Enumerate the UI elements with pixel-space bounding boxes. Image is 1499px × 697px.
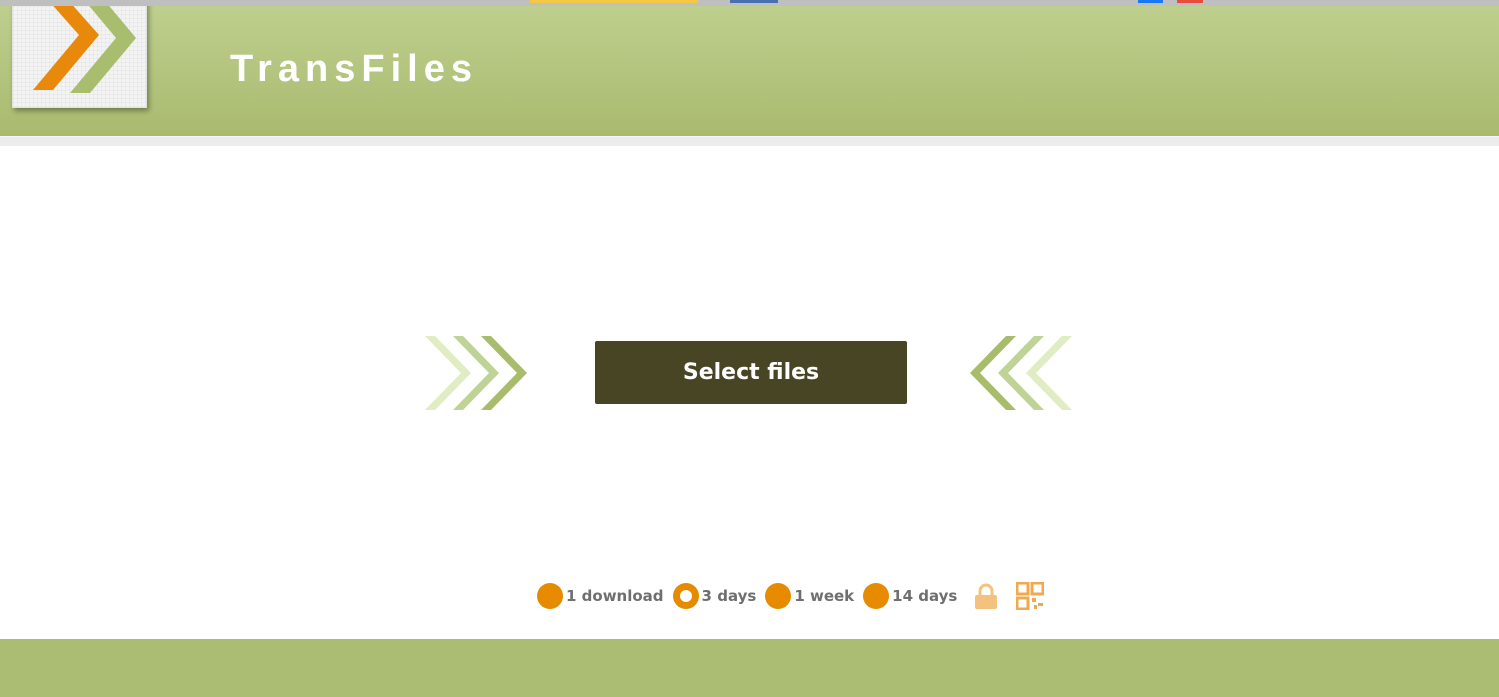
- option-1-download[interactable]: 1 download: [537, 583, 664, 609]
- option-label: 1 week: [794, 587, 855, 605]
- radio-1-download[interactable]: [537, 583, 563, 609]
- site-title: TransFiles: [230, 48, 478, 90]
- option-label: 14 days: [892, 587, 958, 605]
- option-3-days[interactable]: 3 days: [672, 583, 757, 609]
- option-label: 1 download: [566, 587, 664, 605]
- radio-1-week[interactable]: [765, 583, 792, 609]
- right-chevrons-decoration-icon: [425, 336, 527, 410]
- double-chevron-logo-icon: [33, 0, 136, 93]
- option-1-week[interactable]: 1 week: [765, 583, 854, 609]
- radio-3-days[interactable]: [672, 583, 699, 609]
- radio-14-days[interactable]: [863, 583, 890, 609]
- option-label: 3 days: [701, 587, 757, 605]
- option-14-days[interactable]: 14 days: [863, 583, 957, 609]
- lock-icon[interactable]: [972, 582, 1000, 610]
- left-chevrons-decoration-icon: [970, 336, 1072, 410]
- site-footer: [0, 639, 1499, 697]
- browser-toolbar-strip: [0, 0, 1499, 6]
- expiry-options: 1 download 3 days 1 week 14 days: [537, 581, 1054, 611]
- logo[interactable]: [12, 0, 147, 108]
- select-files-button[interactable]: Select files: [595, 341, 907, 404]
- header-divider: [0, 136, 1499, 146]
- qr-code-icon[interactable]: [1016, 582, 1045, 610]
- site-header: TransFiles: [0, 0, 1499, 136]
